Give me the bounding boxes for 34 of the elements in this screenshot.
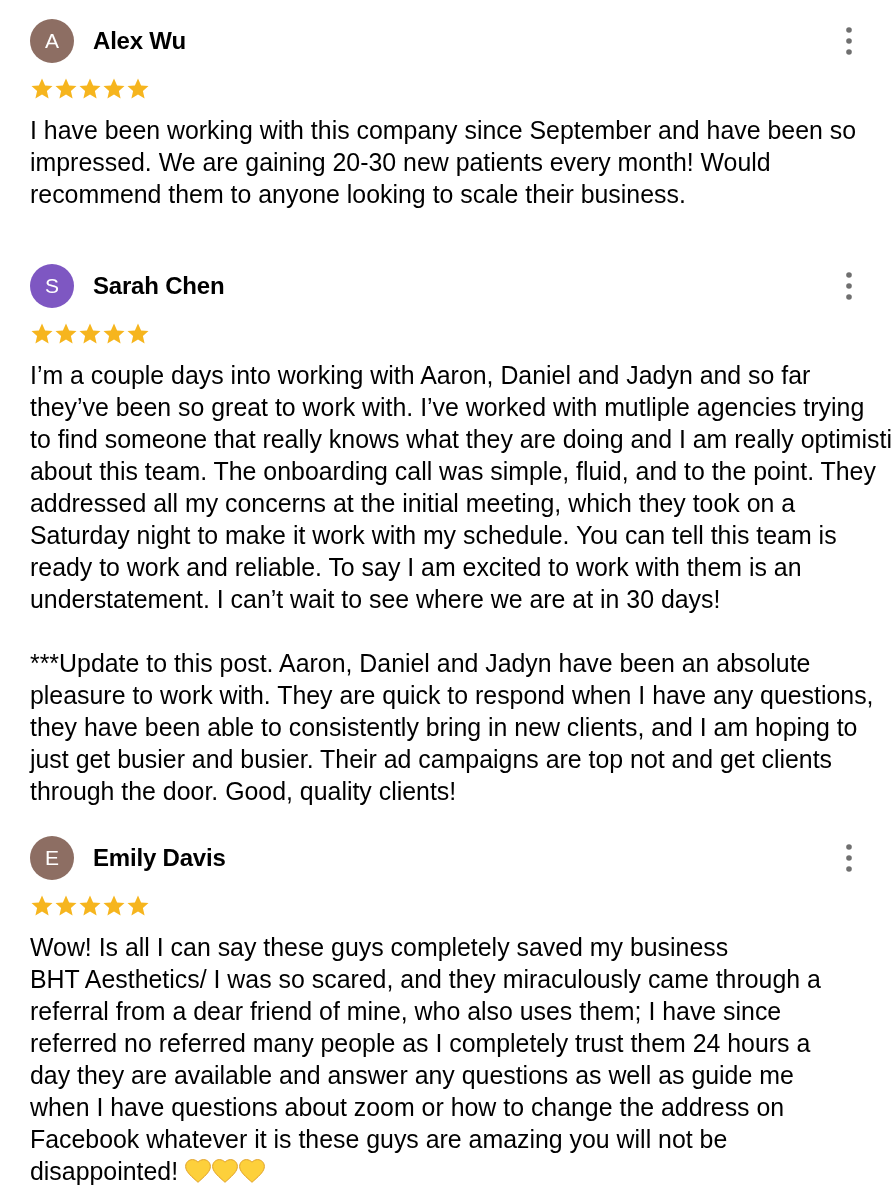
review-text: I have been working with this company since September and have been so impressed. We are gaining 20-30 new patients every month! Would recommend them to anyone looking to scale their business.: [30, 115, 857, 210]
star-icon: [102, 894, 126, 918]
star-icon: [126, 322, 150, 346]
star-icon: [54, 77, 78, 101]
star-icon: [30, 77, 54, 101]
heart-icon: [239, 1159, 266, 1183]
reviewer-name: Emily Davis: [93, 843, 226, 873]
star-icon: [78, 322, 102, 346]
avatar: A: [30, 19, 74, 63]
review-text: disappointed!: [30, 1156, 179, 1187]
more-options-icon: [846, 272, 852, 300]
more-options-button[interactable]: [844, 272, 854, 300]
heart-icon: [212, 1159, 239, 1183]
review-text: I’m a couple days into working with Aaron, Daniel and Jadyn and so far they’ve been so great to work with. I’ve worked with mutliple agencies trying to find someone that really knows what they are doing and I am really optimisti about this team. The onboarding call was simple, fluid, and to the point. They addressed all my concerns at the initial meeting, which they took on a Saturday night to make it work with my schedule. You can tell this team is ready to work and reliable. To say I am excited to work with them is an understatement. I can’t wait to see where we are at in 30 days!: [30, 360, 892, 615]
heart-icon: [185, 1159, 212, 1183]
star-icon: [102, 322, 126, 346]
more-options-button[interactable]: [844, 844, 854, 872]
star-icon: [126, 894, 150, 918]
star-icon: [30, 322, 54, 346]
reviewer-name: Alex Wu: [93, 26, 186, 56]
more-options-button[interactable]: [844, 27, 854, 55]
star-icon: [102, 77, 126, 101]
star-icon: [78, 894, 102, 918]
avatar: S: [30, 264, 74, 308]
star-icon: [54, 894, 78, 918]
more-options-icon: [846, 27, 852, 55]
star-icon: [126, 77, 150, 101]
review-text: ***Update to this post. Aaron, Daniel and Jadyn have been an absolute pleasure to work with. They are quick to respond when I have any questions, they have been able to consistently bring in new clients, and I am hoping to just get busier and busier. Their ad campaigns are top not and get clients through the door. Good, quality clients!: [30, 648, 874, 807]
star-icon: [30, 894, 54, 918]
reviewer-name: Sarah Chen: [93, 271, 225, 301]
more-options-icon: [846, 844, 852, 872]
star-icon: [78, 77, 102, 101]
avatar: E: [30, 836, 74, 880]
star-icon: [54, 322, 78, 346]
